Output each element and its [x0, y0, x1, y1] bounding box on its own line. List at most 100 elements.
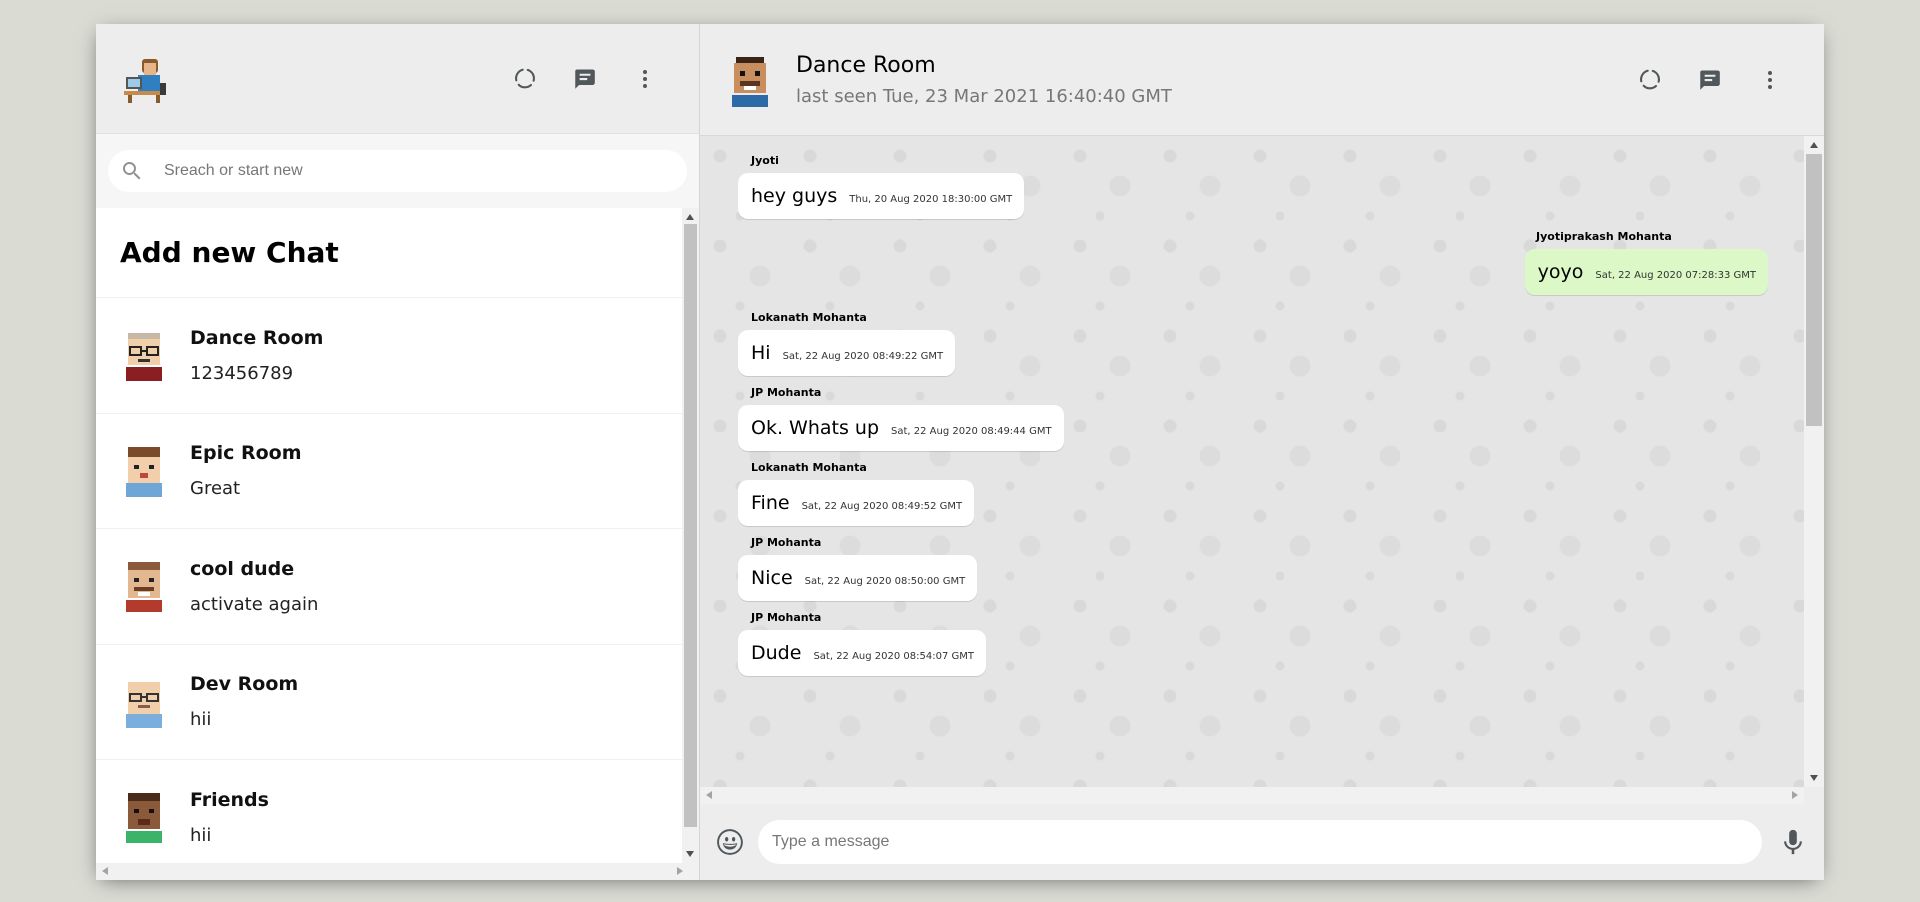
chat-item-info: cool dude activate again	[190, 558, 318, 615]
chat-last-message: 123456789	[190, 362, 294, 384]
chat-item-dev-room[interactable]: Dev Room hii	[96, 645, 682, 760]
message-sender: Jyoti	[751, 154, 779, 167]
chat-last-message: hii	[190, 709, 212, 731]
chat-last-seen: last seen Tue, 23 Mar 2021 16:40:40 GMT	[796, 85, 1172, 107]
chat-name: cool dude	[190, 557, 295, 580]
status-icon	[1637, 67, 1663, 93]
add-new-chat[interactable]: Add new Chat	[96, 208, 682, 298]
chat-item-epic-room[interactable]: Epic Room Great	[96, 414, 682, 529]
message-bubble[interactable]: Ok. Whats up Sat, 22 Aug 2020 08:49:44 G…	[738, 405, 1064, 451]
emoji-icon[interactable]	[716, 828, 744, 856]
scroll-up-arrow-icon[interactable]	[1810, 142, 1818, 148]
chat-last-message: Great	[190, 478, 241, 500]
message: JP Mohanta Nice Sat, 22 Aug 2020 08:50:0…	[738, 536, 1768, 601]
chat-body: Jyoti hey guys Thu, 20 Aug 2020 18:30:00…	[700, 136, 1804, 787]
chat-body-row: Jyoti hey guys Thu, 20 Aug 2020 18:30:00…	[700, 136, 1824, 787]
message-bubble[interactable]: hey guys Thu, 20 Aug 2020 18:30:00 GMT	[738, 173, 1025, 219]
more-vert-icon	[1758, 68, 1782, 92]
app-window: Add new Chat	[96, 24, 1824, 880]
chat-title: Dance Room	[796, 52, 936, 78]
chat-horizontal-scrollbar[interactable]	[700, 787, 1804, 804]
search-icon[interactable]	[120, 159, 144, 183]
scroll-left-arrow-icon[interactable]	[102, 867, 108, 875]
chat-header-info: Dance Room last seen Tue, 23 Mar 2021 16…	[796, 53, 1620, 107]
scroll-left-arrow-icon[interactable]	[706, 791, 712, 799]
message-bubble[interactable]: Dude Sat, 22 Aug 2020 08:54:07 GMT	[738, 630, 987, 676]
chat-item-dance-room[interactable]: Dance Room 123456789	[96, 298, 682, 414]
chat-vertical-scrollbar[interactable]	[1804, 136, 1824, 787]
chat-menu-button[interactable]	[1740, 50, 1800, 110]
scroll-up-arrow-icon[interactable]	[686, 214, 694, 220]
message-time: Sat, 22 Aug 2020 08:54:07 GMT	[813, 651, 975, 662]
message-sender: Jyotiprakash Mohanta	[1536, 230, 1672, 243]
scroll-right-arrow-icon[interactable]	[1792, 791, 1798, 799]
message-input-box	[758, 820, 1762, 864]
user-avatar[interactable]	[120, 53, 172, 105]
scroll-down-arrow-icon[interactable]	[686, 851, 694, 857]
scrollbar-thumb[interactable]	[1806, 154, 1822, 426]
message-sender: Lokanath Mohanta	[751, 311, 867, 324]
status-icon	[512, 66, 538, 92]
message-sender: JP Mohanta	[751, 536, 822, 549]
chat-item-friends[interactable]: Friends hii	[96, 760, 682, 863]
sidebar-body: Add new Chat Dance Room 123456789 Epic R…	[96, 208, 699, 863]
message-sender: JP Mohanta	[751, 386, 822, 399]
more-vert-icon	[633, 67, 657, 91]
chat-message-button[interactable]	[1680, 50, 1740, 110]
sidebar-vertical-scrollbar[interactable]	[682, 208, 699, 863]
glasses-avatar	[122, 329, 166, 382]
sidebar-menu-button[interactable]	[615, 49, 675, 109]
chat-item-cool-dude[interactable]: cool dude activate again	[96, 529, 682, 645]
message: JP Mohanta Dude Sat, 22 Aug 2020 08:54:0…	[738, 611, 1768, 676]
message-input[interactable]	[772, 833, 1748, 851]
chat-item-info: Friends hii	[190, 789, 269, 846]
message-time: Sat, 22 Aug 2020 08:50:00 GMT	[804, 576, 966, 587]
message-text: Dude	[751, 642, 802, 664]
message-bubble[interactable]: Hi Sat, 22 Aug 2020 08:49:22 GMT	[738, 330, 956, 376]
scroll-down-arrow-icon[interactable]	[1810, 775, 1818, 781]
message-self: Jyotiprakash Mohanta yoyo Sat, 22 Aug 20…	[738, 225, 1768, 295]
chat-status-button[interactable]	[1620, 50, 1680, 110]
message-text: Ok. Whats up	[751, 417, 879, 439]
message-time: Sat, 22 Aug 2020 08:49:44 GMT	[891, 426, 1052, 437]
chat-name: Friends	[190, 788, 269, 811]
message: JP Mohanta Ok. Whats up Sat, 22 Aug 2020…	[738, 386, 1768, 451]
chat-name: Dev Room	[190, 673, 299, 696]
message-text: Nice	[751, 567, 793, 589]
scroll-right-arrow-icon[interactable]	[677, 867, 683, 875]
sidebar-header-icons	[495, 49, 675, 109]
message-bubble[interactable]: yoyo Sat, 22 Aug 2020 07:28:33 GMT	[1524, 249, 1768, 295]
chat-item-info: Dance Room 123456789	[190, 327, 323, 384]
search-input[interactable]	[164, 162, 675, 180]
sidebar-header	[96, 24, 699, 134]
message: Jyoti hey guys Thu, 20 Aug 2020 18:30:00…	[738, 154, 1768, 219]
chat-name: Dance Room	[190, 326, 324, 349]
message-bubble[interactable]: Nice Sat, 22 Aug 2020 08:50:00 GMT	[738, 555, 978, 601]
new-chat-button[interactable]	[555, 49, 615, 109]
chat-header-icons	[1620, 50, 1800, 110]
chat-last-message: activate again	[190, 593, 319, 615]
sidebar-horizontal-scrollbar[interactable]	[96, 863, 699, 880]
message-time: Sat, 22 Aug 2020 08:49:22 GMT	[782, 351, 944, 362]
search-box	[108, 150, 687, 192]
message-bubble[interactable]: Fine Sat, 22 Aug 2020 08:49:52 GMT	[738, 480, 975, 526]
mic-icon[interactable]	[1780, 829, 1806, 855]
scrollbar-thumb[interactable]	[684, 224, 697, 827]
message-time: Sat, 22 Aug 2020 08:49:52 GMT	[801, 501, 963, 512]
chat-last-message: hii	[190, 824, 212, 846]
add-new-chat-label: Add new Chat	[120, 236, 339, 269]
message: Lokanath Mohanta Hi Sat, 22 Aug 2020 08:…	[738, 311, 1768, 376]
status-button[interactable]	[495, 49, 555, 109]
chat-panel: Dance Room last seen Tue, 23 Mar 2021 16…	[700, 24, 1824, 880]
search-bar	[96, 134, 699, 208]
chat-list: Add new Chat Dance Room 123456789 Epic R…	[96, 208, 682, 863]
room-avatar[interactable]	[728, 53, 772, 107]
bald-glasses-avatar	[122, 676, 166, 728]
message-sender: JP Mohanta	[751, 611, 822, 624]
brown-hair-avatar	[122, 445, 166, 497]
message-time: Sat, 22 Aug 2020 07:28:33 GMT	[1595, 270, 1756, 281]
chat-icon	[572, 66, 598, 92]
chat-header: Dance Room last seen Tue, 23 Mar 2021 16…	[700, 24, 1824, 136]
chat-icon	[1697, 67, 1723, 93]
chat-footer	[700, 804, 1824, 880]
